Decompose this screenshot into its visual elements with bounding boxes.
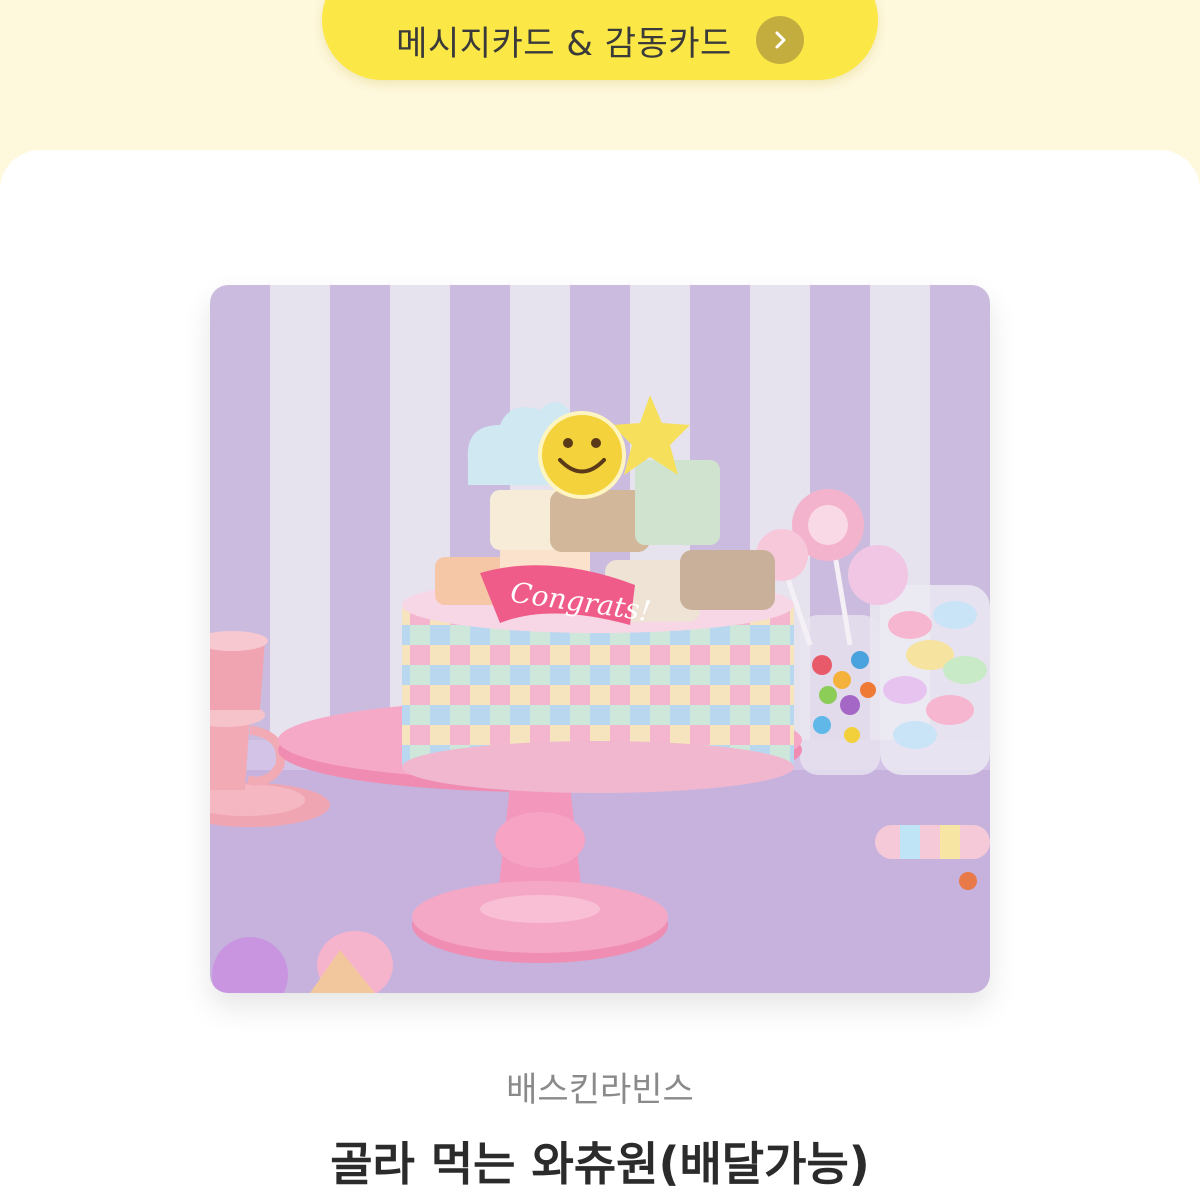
- message-card-button[interactable]: 메시지카드 & 감동카드: [322, 0, 878, 80]
- brand-name: 배스킨라빈스: [506, 1070, 694, 1110]
- chevron-right-icon: [755, 16, 804, 64]
- message-card-button-label: 메시지카드 & 감동카드: [396, 23, 732, 64]
- page: 메시지카드 & 감동카드 Congrats! 배스킨라빈스 골라 먹는 와츄원(…: [0, 0, 1200, 1200]
- product-title: 골라 먹는 와츄원(배달가능): [330, 1137, 870, 1191]
- product-image[interactable]: Congrats!: [210, 285, 990, 993]
